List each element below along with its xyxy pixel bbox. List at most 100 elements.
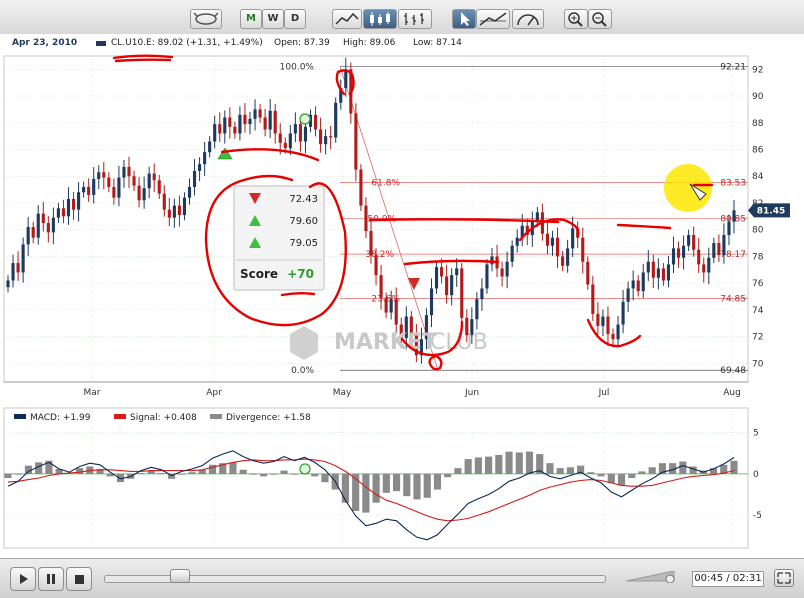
candle-body[interactable]	[329, 136, 333, 138]
candle-body[interactable]	[77, 192, 81, 210]
candle-body[interactable]	[394, 299, 398, 325]
candle-body[interactable]	[71, 198, 76, 210]
candle-body[interactable]	[369, 231, 373, 256]
candle-body[interactable]	[248, 118, 252, 125]
candle-body[interactable]	[238, 114, 242, 134]
candle-body[interactable]	[142, 188, 146, 201]
candle-body[interactable]	[167, 209, 171, 218]
candle-body[interactable]	[11, 263, 15, 281]
candle-body[interactable]	[132, 176, 136, 186]
timeframe-monthly-button[interactable]: M	[240, 9, 262, 29]
candle-body[interactable]	[591, 284, 595, 314]
candle-body[interactable]	[268, 110, 272, 130]
candle-body[interactable]	[87, 186, 91, 195]
candle-body[interactable]	[66, 198, 71, 217]
candle-body[interactable]	[717, 243, 721, 256]
candle-body[interactable]	[389, 299, 393, 313]
fullscreen-icon[interactable]	[774, 569, 794, 587]
candle-body[interactable]	[661, 268, 665, 281]
candle-body[interactable]	[102, 172, 106, 178]
candle-body[interactable]	[182, 197, 187, 215]
candle-body[interactable]	[16, 263, 20, 273]
candle-body[interactable]	[137, 185, 141, 201]
candle-body[interactable]	[561, 256, 565, 266]
candle-body[interactable]	[228, 117, 232, 127]
candle-body[interactable]	[344, 69, 348, 89]
candle-body[interactable]	[243, 114, 247, 125]
candle-body[interactable]	[298, 124, 302, 142]
candle-body[interactable]	[354, 113, 358, 170]
timeframe-daily-button[interactable]: D	[284, 9, 306, 29]
candle-body[interactable]	[566, 248, 570, 266]
stop-icon[interactable]	[66, 567, 92, 591]
candle-body[interactable]	[596, 313, 600, 326]
candle-body[interactable]	[283, 142, 287, 149]
score-box[interactable]: 72.43 79.60 79.05 Score +70	[233, 185, 325, 291]
candle-body[interactable]	[440, 267, 444, 277]
candle-body[interactable]	[445, 276, 449, 296]
candle-body[interactable]	[122, 166, 126, 178]
candle-body[interactable]	[601, 316, 605, 326]
candle-body[interactable]	[258, 109, 262, 118]
play-icon[interactable]	[10, 567, 36, 591]
candle-body[interactable]	[107, 177, 111, 187]
candle-body[interactable]	[147, 173, 151, 189]
candle-body[interactable]	[586, 261, 590, 285]
price-chart[interactable]: 707274767880828486889092MarAprMayJunJulA…	[3, 55, 790, 398]
candle-body[interactable]	[313, 114, 318, 130]
candle-body[interactable]	[21, 244, 25, 273]
gauge-icon[interactable]	[512, 9, 544, 29]
candle-body[interactable]	[702, 264, 706, 273]
candle-body[interactable]	[203, 152, 207, 165]
candle-body[interactable]	[500, 268, 504, 277]
candle-body[interactable]	[651, 261, 655, 278]
candle-body[interactable]	[697, 249, 701, 265]
candle-body[interactable]	[157, 180, 161, 194]
candle-body[interactable]	[293, 124, 297, 134]
candle-body[interactable]	[384, 297, 388, 313]
candle-body[interactable]	[278, 133, 282, 143]
candle-body[interactable]	[646, 261, 650, 273]
candle-body[interactable]	[641, 272, 645, 292]
candle-body[interactable]	[213, 124, 217, 142]
candle-body[interactable]	[374, 255, 378, 276]
candle-body[interactable]	[505, 261, 509, 277]
candle-body[interactable]	[682, 245, 686, 258]
candle-body[interactable]	[364, 205, 368, 232]
candle-body[interactable]	[117, 177, 121, 198]
candle-body[interactable]	[319, 129, 323, 145]
candle-body[interactable]	[218, 124, 222, 134]
candle-body[interactable]	[359, 169, 363, 206]
candle-body[interactable]	[550, 237, 555, 246]
candle-body[interactable]	[152, 173, 156, 181]
candle-body[interactable]	[510, 245, 514, 262]
candle-body[interactable]	[127, 166, 131, 177]
candle-body[interactable]	[288, 133, 292, 149]
candle-body[interactable]	[722, 235, 726, 256]
candle-body[interactable]	[656, 268, 660, 278]
candle-body[interactable]	[82, 186, 86, 193]
candle-body[interactable]	[460, 268, 464, 318]
candle-body[interactable]	[56, 208, 60, 218]
candle-body[interactable]	[253, 109, 257, 119]
candle-body[interactable]	[480, 288, 484, 300]
candle-body[interactable]	[687, 235, 691, 246]
candle-body[interactable]	[606, 316, 610, 334]
candle-body[interactable]	[177, 205, 181, 215]
candle-body[interactable]	[223, 117, 227, 134]
candle-body[interactable]	[41, 213, 45, 224]
candle-body[interactable]	[61, 208, 66, 217]
zoom-in-icon[interactable]	[564, 9, 588, 29]
candle-body[interactable]	[626, 288, 630, 302]
candle-body[interactable]	[324, 136, 328, 145]
candle-body[interactable]	[379, 275, 383, 298]
candle-body[interactable]	[112, 186, 116, 198]
candle-body[interactable]	[273, 110, 277, 134]
candle-body[interactable]	[434, 267, 439, 289]
seek-thumb[interactable]	[170, 569, 190, 583]
candle-body[interactable]	[162, 193, 166, 210]
candle-body[interactable]	[208, 141, 212, 153]
candle-body[interactable]	[429, 288, 434, 316]
candle-body[interactable]	[92, 178, 96, 195]
candle-body[interactable]	[571, 228, 575, 249]
